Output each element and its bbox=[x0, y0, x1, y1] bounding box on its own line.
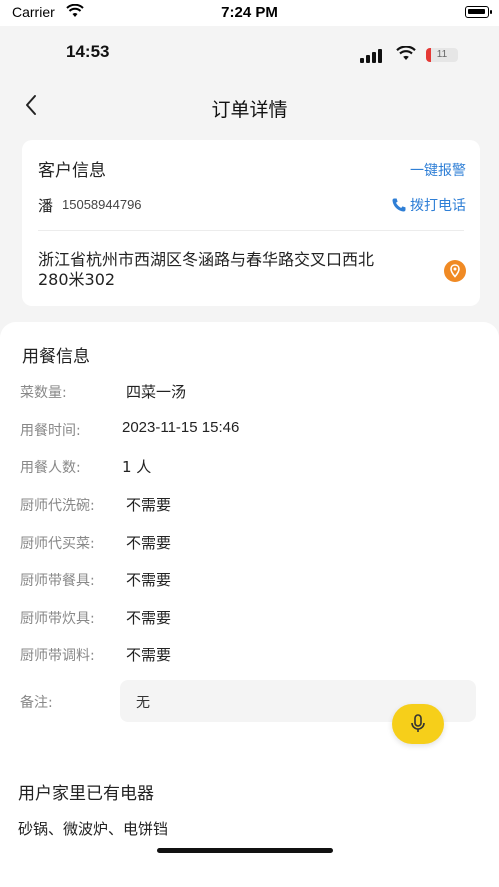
address-line-2: 280米302 bbox=[38, 270, 116, 289]
diners-count-value: 1 人 bbox=[122, 458, 152, 476]
device-time: 14:53 bbox=[66, 42, 110, 61]
diners-count-label: 用餐人数: bbox=[20, 460, 81, 476]
home-indicator[interactable] bbox=[157, 848, 333, 853]
simulator-time: 7:24 PM bbox=[221, 4, 278, 21]
customer-address: 浙江省杭州市西湖区冬涵路与春华路交叉口西北 280米302 bbox=[38, 250, 418, 290]
remark-label: 备注: bbox=[20, 695, 53, 711]
voice-input-button[interactable] bbox=[392, 704, 444, 744]
simulator-status-bar: Carrier 7:24 PM bbox=[0, 0, 499, 26]
location-pin-icon[interactable] bbox=[444, 260, 466, 282]
battery-level: 11 bbox=[436, 49, 448, 60]
chef-bring-seasoning-label: 厨师带调料: bbox=[20, 648, 95, 664]
call-phone-label: 拨打电话 bbox=[410, 198, 466, 214]
chef-bring-cookware-label: 厨师带炊具: bbox=[20, 611, 95, 627]
divider bbox=[38, 230, 464, 231]
address-line-1: 浙江省杭州市西湖区冬涵路与春华路交叉口西北 bbox=[38, 250, 375, 269]
microphone-icon bbox=[411, 714, 425, 732]
customer-phone: 15058944796 bbox=[62, 197, 142, 212]
app-screen: 14:53 11 订单详情 客户信息 一键报警 潘 15058944796 拨打… bbox=[0, 26, 499, 887]
phone-icon bbox=[392, 198, 406, 212]
appliances-section-title: 用户家里已有电器 bbox=[18, 784, 154, 804]
dish-count-value: 四菜一汤 bbox=[126, 383, 187, 401]
device-status-bar: 14:53 11 bbox=[0, 26, 499, 76]
signal-icon bbox=[360, 48, 384, 63]
meal-section-title: 用餐信息 bbox=[22, 347, 90, 367]
customer-name: 潘 bbox=[38, 197, 54, 215]
chef-bring-tableware-label: 厨师带餐具: bbox=[20, 573, 95, 589]
nav-bar: 订单详情 bbox=[0, 84, 499, 128]
call-phone-button[interactable]: 拨打电话 bbox=[391, 195, 466, 215]
chef-buy-groceries-label: 厨师代买菜: bbox=[20, 536, 95, 552]
emergency-alarm-button[interactable]: 一键报警 bbox=[410, 160, 466, 180]
page-title: 订单详情 bbox=[211, 99, 288, 121]
chef-bring-tableware-value: 不需要 bbox=[126, 571, 172, 589]
battery-icon: 11 bbox=[426, 48, 458, 62]
dish-count-label: 菜数量: bbox=[20, 385, 67, 401]
chef-wash-dishes-value: 不需要 bbox=[126, 496, 172, 514]
chef-buy-groceries-value: 不需要 bbox=[126, 534, 172, 552]
battery-icon bbox=[465, 6, 492, 18]
chef-bring-seasoning-value: 不需要 bbox=[126, 646, 172, 664]
meal-info-card: 用餐信息 菜数量: 四菜一汤 用餐时间: 2023-11-15 15:46 用餐… bbox=[0, 322, 499, 887]
meal-time-value: 2023-11-15 15:46 bbox=[122, 419, 240, 436]
customer-info-card: 客户信息 一键报警 潘 15058944796 拨打电话 浙江省杭州市西湖区冬涵… bbox=[22, 140, 480, 306]
remark-value: 无 bbox=[136, 695, 150, 711]
appliances-list: 砂锅、微波炉、电饼铛 bbox=[18, 820, 169, 838]
meal-time-label: 用餐时间: bbox=[20, 423, 81, 439]
customer-section-title: 客户信息 bbox=[38, 161, 106, 181]
chef-wash-dishes-label: 厨师代洗碗: bbox=[20, 498, 95, 514]
chef-bring-cookware-value: 不需要 bbox=[126, 609, 172, 627]
wifi-icon bbox=[396, 45, 416, 65]
